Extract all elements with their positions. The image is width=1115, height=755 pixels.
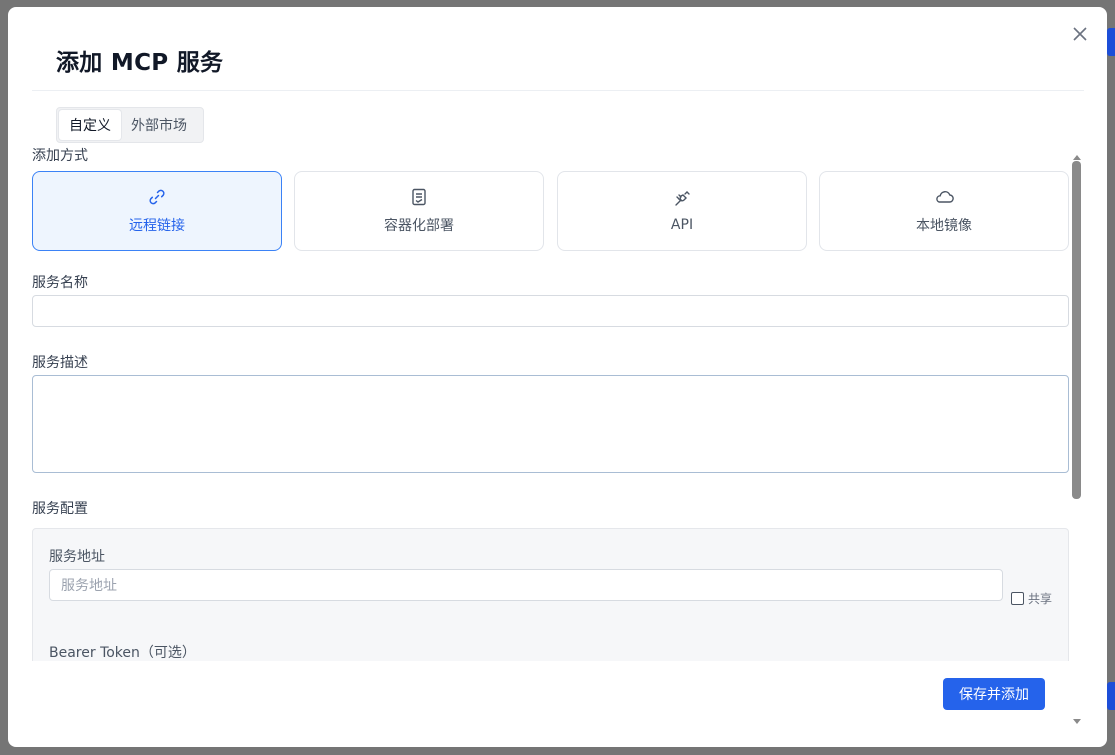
scroll-up-arrow-icon[interactable] (1071, 147, 1083, 160)
service-address-label: 服务地址 (49, 549, 105, 565)
background-accent (1107, 28, 1115, 56)
bearer-token-label: Bearer Token（可选） (49, 645, 196, 661)
share-checkbox[interactable] (1011, 592, 1024, 605)
share-toggle[interactable]: 共享 (1011, 590, 1052, 607)
link-icon (147, 187, 167, 207)
service-description-label: 服务描述 (32, 355, 88, 371)
service-config-label: 服务配置 (32, 501, 88, 517)
title-divider (32, 90, 1084, 91)
method-label-container-deploy: 容器化部署 (384, 218, 454, 234)
method-remote-link[interactable]: 远程链接 (32, 171, 282, 251)
tab-external-market[interactable]: 外部市场 (121, 110, 197, 140)
save-and-add-button[interactable]: 保存并添加 (943, 678, 1045, 710)
service-address-input[interactable]: 服务地址 (49, 569, 1003, 601)
service-description-textarea[interactable] (32, 375, 1069, 473)
service-name-label: 服务名称 (32, 275, 88, 291)
method-label-remote-link: 远程链接 (129, 218, 185, 234)
scroll-down-arrow-icon[interactable] (1071, 712, 1083, 724)
source-tabs: 自定义 外部市场 (56, 107, 204, 143)
service-address-placeholder: 服务地址 (61, 578, 117, 594)
cloud-icon (933, 187, 955, 207)
document-icon (409, 187, 429, 207)
service-name-input[interactable] (32, 295, 1069, 327)
dialog-title: 添加 MCP 服务 (56, 50, 224, 76)
method-local-image[interactable]: 本地镜像 (819, 171, 1069, 251)
background-accent (1107, 682, 1115, 710)
tab-custom[interactable]: 自定义 (59, 110, 121, 140)
method-label: 添加方式 (32, 148, 88, 164)
method-label-api: API (670, 217, 694, 233)
close-icon[interactable] (1070, 24, 1090, 44)
share-label: 共享 (1028, 592, 1053, 606)
add-mcp-service-dialog: 添加 MCP 服务 自定义 外部市场 添加方式 远程链接 容器化部署 API 本… (8, 7, 1107, 747)
plug-icon (672, 189, 692, 209)
scrollbar-thumb[interactable] (1072, 161, 1081, 499)
method-api[interactable]: API (557, 171, 807, 251)
method-container-deploy[interactable]: 容器化部署 (294, 171, 544, 251)
form-scroll-area[interactable]: 添加方式 远程链接 容器化部署 API 本地镜像 服务名称 服务描述 服务配置 … (8, 145, 1107, 661)
method-label-local-image: 本地镜像 (916, 218, 972, 234)
service-config-panel: 服务地址 服务地址 共享 Bearer Token（可选） (32, 528, 1069, 661)
